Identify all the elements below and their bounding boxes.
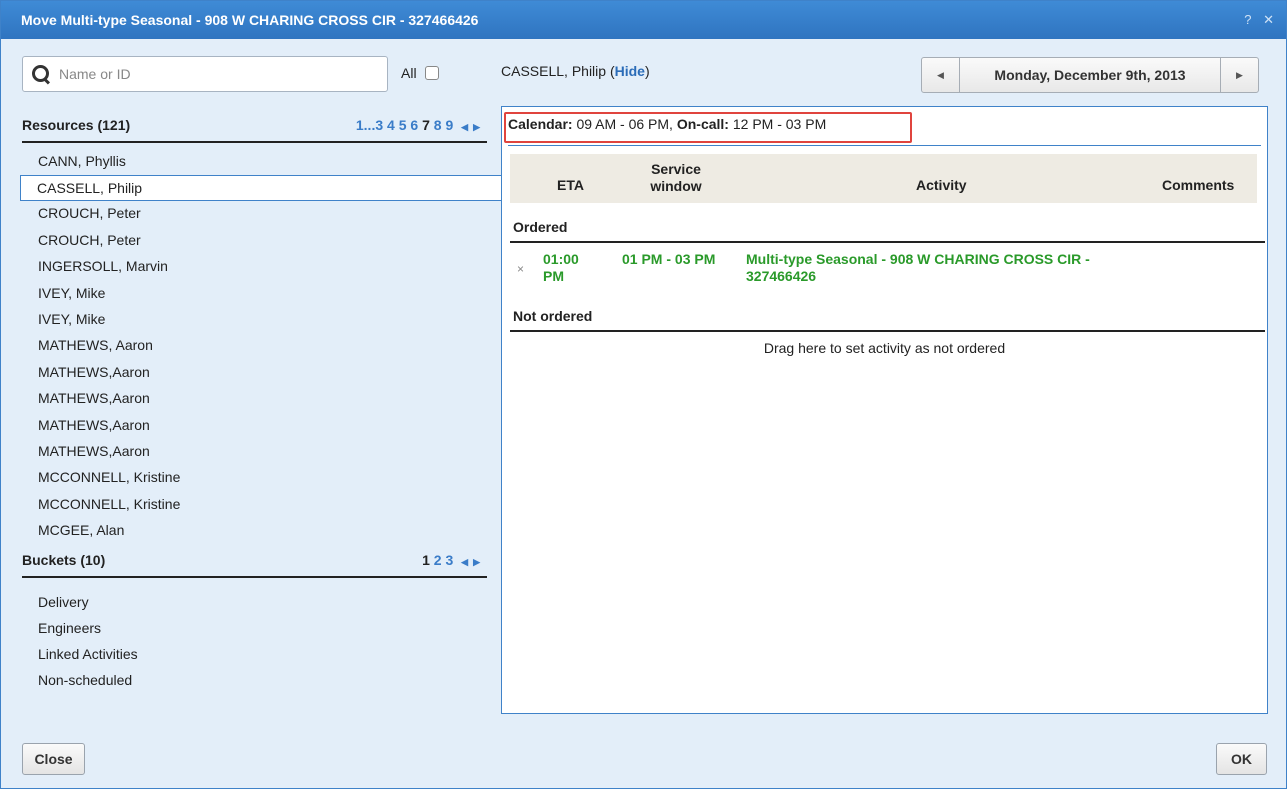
resource-item[interactable]: MATHEWS,Aaron: [22, 360, 487, 386]
bucket-page-3[interactable]: 3: [445, 552, 453, 568]
pager-page-6[interactable]: 6: [410, 117, 418, 133]
resource-item[interactable]: CANN, Phyllis: [22, 149, 487, 175]
resource-item[interactable]: IVEY, Mike: [22, 281, 487, 307]
hide-link[interactable]: Hide: [615, 63, 645, 79]
resource-list: CANN, Phyllis CASSELL, Philip CROUCH, Pe…: [20, 143, 501, 544]
col-service-line2: window: [650, 178, 702, 194]
move-activity-dialog: Move Multi-type Seasonal - 908 W CHARING…: [0, 0, 1287, 789]
dialog-titlebar: Move Multi-type Seasonal - 908 W CHARING…: [1, 1, 1286, 39]
search-icon: [31, 64, 51, 84]
all-checkbox[interactable]: [424, 66, 439, 80]
date-navigator: ◀ Monday, December 9th, 2013 ▶: [921, 57, 1259, 93]
remove-icon[interactable]: ×: [517, 262, 524, 276]
prev-day-icon[interactable]: ◀: [922, 58, 960, 92]
bucket-list: Delivery Engineers Linked Activities Non…: [22, 578, 487, 694]
pager-page-1[interactable]: 1: [356, 117, 364, 133]
divider: [508, 145, 1261, 146]
hide-paren-close: ): [644, 63, 650, 79]
dialog-title: Move Multi-type Seasonal - 908 W CHARING…: [21, 12, 479, 28]
resource-heading: CASSELL, Philip (Hide): [501, 63, 650, 79]
bucket-item[interactable]: Linked Activities: [22, 642, 487, 668]
resource-item[interactable]: CROUCH, Peter: [22, 201, 487, 227]
table-header: ETA Service window Activity Comments: [510, 154, 1257, 203]
table-row[interactable]: × 01:00 PM 01 PM - 03 PM Multi-type Seas…: [510, 251, 1257, 291]
calendar-value: 09 AM - 06 PM,: [576, 116, 673, 132]
pager-prev-icon[interactable]: ◀: [461, 122, 469, 132]
ok-button[interactable]: OK: [1216, 743, 1267, 775]
resource-item[interactable]: INGERSOLL, Marvin: [22, 254, 487, 280]
col-activity: Activity: [916, 177, 967, 193]
not-ordered-group-header: Not ordered: [510, 306, 1265, 332]
help-icon[interactable]: ?: [1244, 12, 1251, 27]
resource-name: CASSELL, Philip: [501, 63, 607, 79]
ordered-group-header: Ordered: [510, 217, 1265, 243]
resource-item[interactable]: MATHEWS,Aaron: [22, 386, 487, 412]
row-eta: 01:00 PM: [543, 251, 579, 284]
pager-next-icon[interactable]: ▶: [473, 122, 481, 132]
bucket-page-1: 1: [422, 552, 430, 569]
resource-item[interactable]: MCCONNELL, Kristine: [22, 492, 487, 518]
col-eta: ETA: [557, 177, 584, 193]
search-box[interactable]: [22, 56, 388, 92]
pager-page-8[interactable]: 8: [434, 117, 442, 133]
resource-item[interactable]: MATHEWS,Aaron: [22, 413, 487, 439]
resource-item[interactable]: MATHEWS,Aaron: [22, 439, 487, 465]
resource-item[interactable]: MCCONNELL, Kristine: [22, 465, 487, 491]
pager-ellipsis: ...: [363, 117, 376, 133]
search-input[interactable]: [57, 65, 357, 83]
pager-page-4[interactable]: 4: [387, 117, 395, 133]
not-ordered-drop-zone[interactable]: Drag here to set activity as not ordered: [502, 340, 1267, 356]
resource-item[interactable]: MCGEE, Alan: [22, 518, 487, 544]
title-controls: ? ✕: [1236, 12, 1274, 28]
bucket-item[interactable]: Delivery: [22, 590, 487, 616]
row-service-window: 01 PM - 03 PM: [622, 251, 716, 267]
all-toggle[interactable]: All: [401, 65, 439, 81]
resource-item[interactable]: IVEY, Mike: [22, 307, 487, 333]
pager-page-5[interactable]: 5: [399, 117, 407, 133]
calendar-label: Calendar:: [508, 116, 573, 132]
bucket-page-2[interactable]: 2: [434, 552, 442, 568]
oncall-label: On-call:: [676, 116, 729, 132]
next-day-icon[interactable]: ▶: [1220, 58, 1258, 92]
date-picker-button[interactable]: Monday, December 9th, 2013: [960, 58, 1220, 92]
close-icon[interactable]: ✕: [1263, 12, 1274, 27]
buckets-pager: 1 2 3 ◀ ▶: [422, 552, 481, 568]
resources-header: Resources (121) 1...3 4 5 6 7 8 9 ◀ ▶: [22, 109, 487, 143]
bucket-prev-icon[interactable]: ◀: [461, 557, 469, 567]
schedule-panel: Calendar: 09 AM - 06 PM, On-call: 12 PM …: [501, 106, 1268, 714]
pager-page-7: 7: [422, 117, 430, 133]
calendar-info: Calendar: 09 AM - 06 PM, On-call: 12 PM …: [508, 116, 826, 132]
bucket-next-icon[interactable]: ▶: [473, 557, 481, 567]
close-button[interactable]: Close: [22, 743, 85, 775]
buckets-title: Buckets (10): [22, 552, 106, 569]
col-comments: Comments: [1162, 177, 1235, 193]
col-service-window: Service window: [631, 161, 721, 195]
resource-item[interactable]: MATHEWS, Aaron: [22, 333, 487, 359]
col-service-line1: Service: [651, 161, 701, 177]
pager-page-9[interactable]: 9: [445, 117, 453, 133]
bucket-item[interactable]: Engineers: [22, 616, 487, 642]
resource-item[interactable]: CROUCH, Peter: [22, 228, 487, 254]
oncall-value: 12 PM - 03 PM: [732, 116, 827, 132]
resources-pager: 1...3 4 5 6 7 8 9 ◀ ▶: [356, 117, 481, 133]
row-activity[interactable]: Multi-type Seasonal - 908 W CHARING CROS…: [746, 251, 1146, 285]
resource-item-selected[interactable]: CASSELL, Philip: [20, 175, 501, 202]
bucket-item[interactable]: Non-scheduled: [22, 668, 487, 694]
buckets-header: Buckets (10) 1 2 3 ◀ ▶: [22, 544, 487, 579]
resources-title: Resources (121): [22, 117, 131, 133]
all-label: All: [401, 65, 417, 81]
resource-panel: Resources (121) 1...3 4 5 6 7 8 9 ◀ ▶ CAN…: [20, 109, 501, 694]
pager-page-3[interactable]: 3: [375, 117, 383, 133]
